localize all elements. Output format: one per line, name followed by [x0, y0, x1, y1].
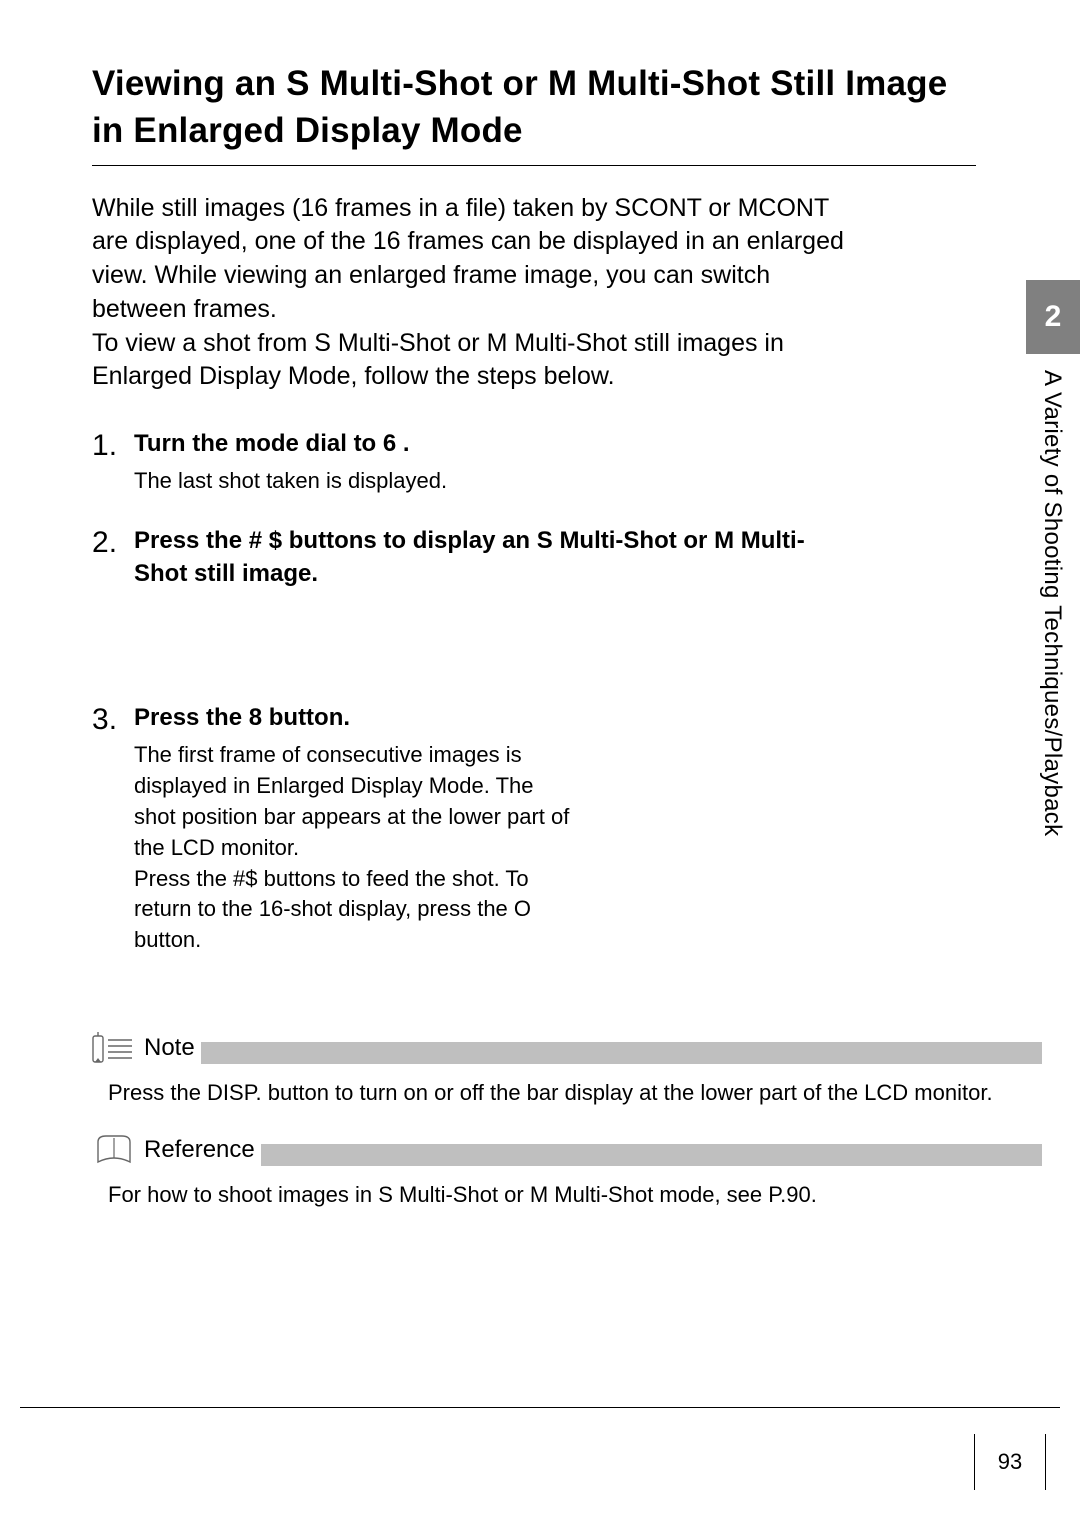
intro-paragraph: While still images (16 frames in a file)… — [92, 192, 982, 395]
step-number: 1 — [92, 428, 134, 497]
note-icon — [92, 1030, 134, 1064]
reference-header-bar: Reference — [92, 1128, 1042, 1166]
reference-text: For how to shoot images in S Multi-Shot … — [108, 1182, 1080, 1208]
chapter-tab: 2 — [1026, 280, 1080, 354]
page-title: Viewing an S Multi-Shot or M Multi-Shot … — [92, 60, 1080, 155]
step-heading: Press the 8 button. — [134, 702, 812, 734]
step-body: Press the 8 button. The first frame of c… — [134, 702, 812, 956]
manual-page: Viewing an S Multi-Shot or M Multi-Shot … — [0, 0, 1080, 1528]
title-rule — [92, 165, 976, 166]
reference-bar-fill — [261, 1144, 1042, 1166]
reference-callout: Reference For how to shoot images in S M… — [92, 1128, 1080, 1208]
footer-rule — [20, 1407, 1060, 1408]
step-subtext: The first frame of consecutive images is… — [134, 740, 574, 956]
step-number: 3 — [92, 702, 134, 956]
reference-label: Reference — [142, 1136, 261, 1166]
chapter-side-label: A Variety of Shooting Techniques/Playbac… — [1040, 370, 1064, 990]
step-body: Turn the mode dial to 6 . The last shot … — [134, 428, 812, 497]
note-text: Press the DISP. button to turn on or off… — [108, 1080, 1080, 1106]
reference-icon — [92, 1132, 134, 1166]
note-callout: Note Press the DISP. button to turn on o… — [92, 1026, 1080, 1106]
page-number: 93 — [974, 1434, 1046, 1490]
note-header-bar: Note — [92, 1026, 1042, 1064]
note-bar-fill — [201, 1042, 1042, 1064]
step-heading: Press the # $ buttons to display an S Mu… — [134, 525, 812, 590]
step-1: 1 Turn the mode dial to 6 . The last sho… — [92, 428, 812, 497]
step-subtext: The last shot taken is displayed. — [134, 466, 812, 497]
step-body: Press the # $ buttons to display an S Mu… — [134, 525, 812, 590]
note-label: Note — [142, 1034, 201, 1064]
step-3: 3 Press the 8 button. The first frame of… — [92, 702, 812, 956]
step-heading: Turn the mode dial to 6 . — [134, 428, 812, 460]
step-number: 2 — [92, 525, 134, 590]
steps-list: 1 Turn the mode dial to 6 . The last sho… — [92, 428, 812, 956]
step-2: 2 Press the # $ buttons to display an S … — [92, 525, 812, 590]
